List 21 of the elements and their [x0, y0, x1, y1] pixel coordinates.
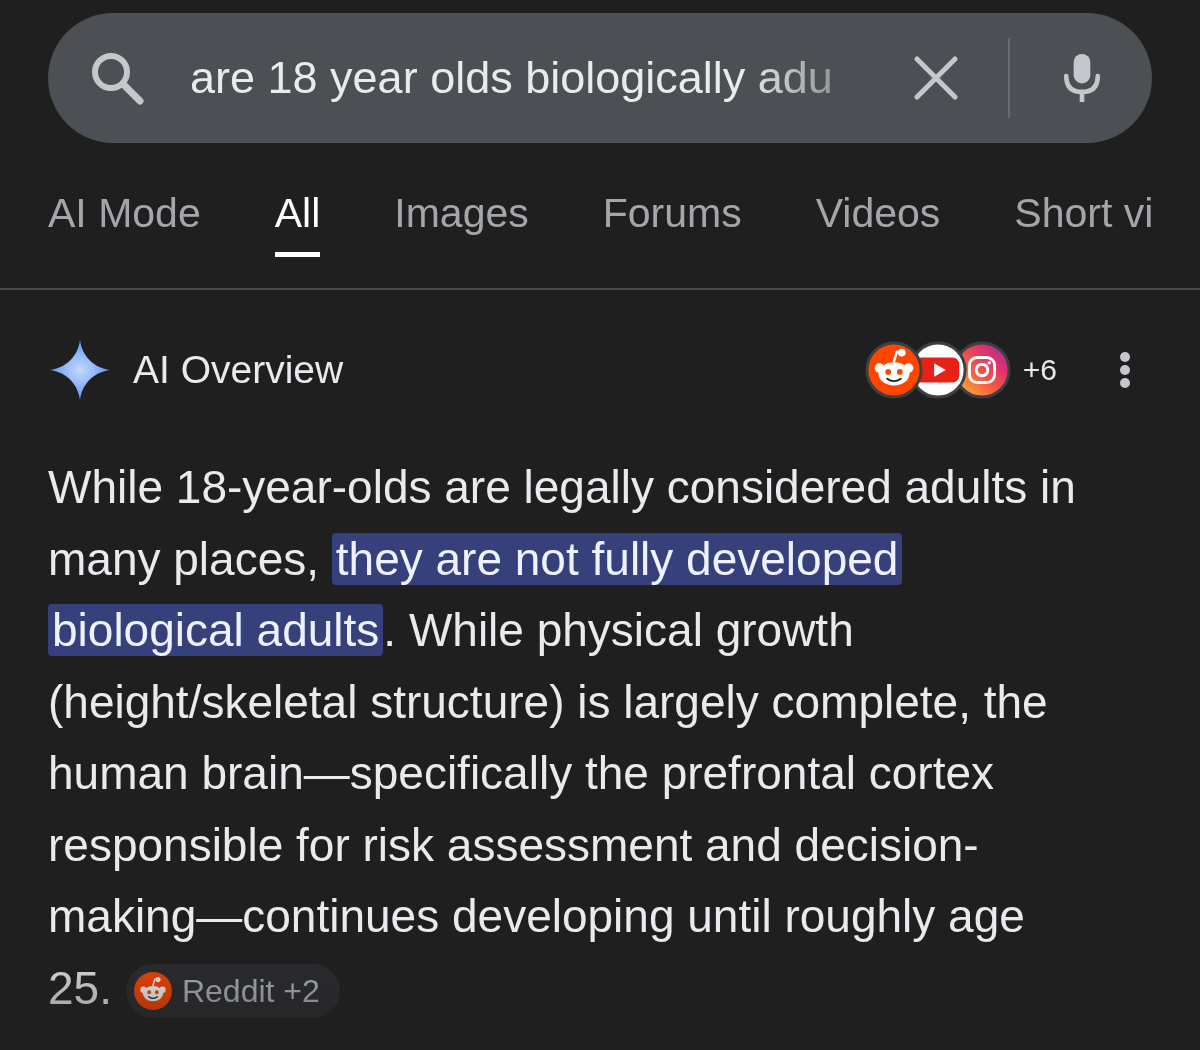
- clear-button[interactable]: [914, 56, 958, 100]
- citation-chip[interactable]: Reddit +2: [125, 964, 340, 1019]
- more-options-button[interactable]: [1119, 351, 1131, 389]
- tab[interactable]: Videos: [815, 189, 941, 257]
- search-input[interactable]: are 18 year olds biologically adu: [190, 48, 894, 108]
- tab[interactable]: All: [274, 189, 321, 257]
- alien-face-icon: [864, 341, 923, 399]
- tab[interactable]: Short vi: [1014, 189, 1154, 257]
- source-count: +6: [1022, 353, 1057, 387]
- alien-face-icon: [133, 972, 172, 1011]
- microphone-icon: [1062, 53, 1102, 103]
- three-dots-icon: [1119, 351, 1131, 389]
- tab[interactable]: AI Mode: [48, 189, 201, 257]
- voice-search-button[interactable]: [1062, 53, 1102, 103]
- overview-title: AI Overview: [133, 348, 344, 392]
- tab[interactable]: Images: [394, 189, 529, 257]
- tab[interactable]: Forums: [602, 189, 742, 257]
- search-field[interactable]: are 18 year olds biologically adu: [48, 13, 1152, 143]
- sparkle-icon: [50, 340, 110, 400]
- search-icon: [90, 51, 144, 105]
- close-icon: [914, 56, 958, 100]
